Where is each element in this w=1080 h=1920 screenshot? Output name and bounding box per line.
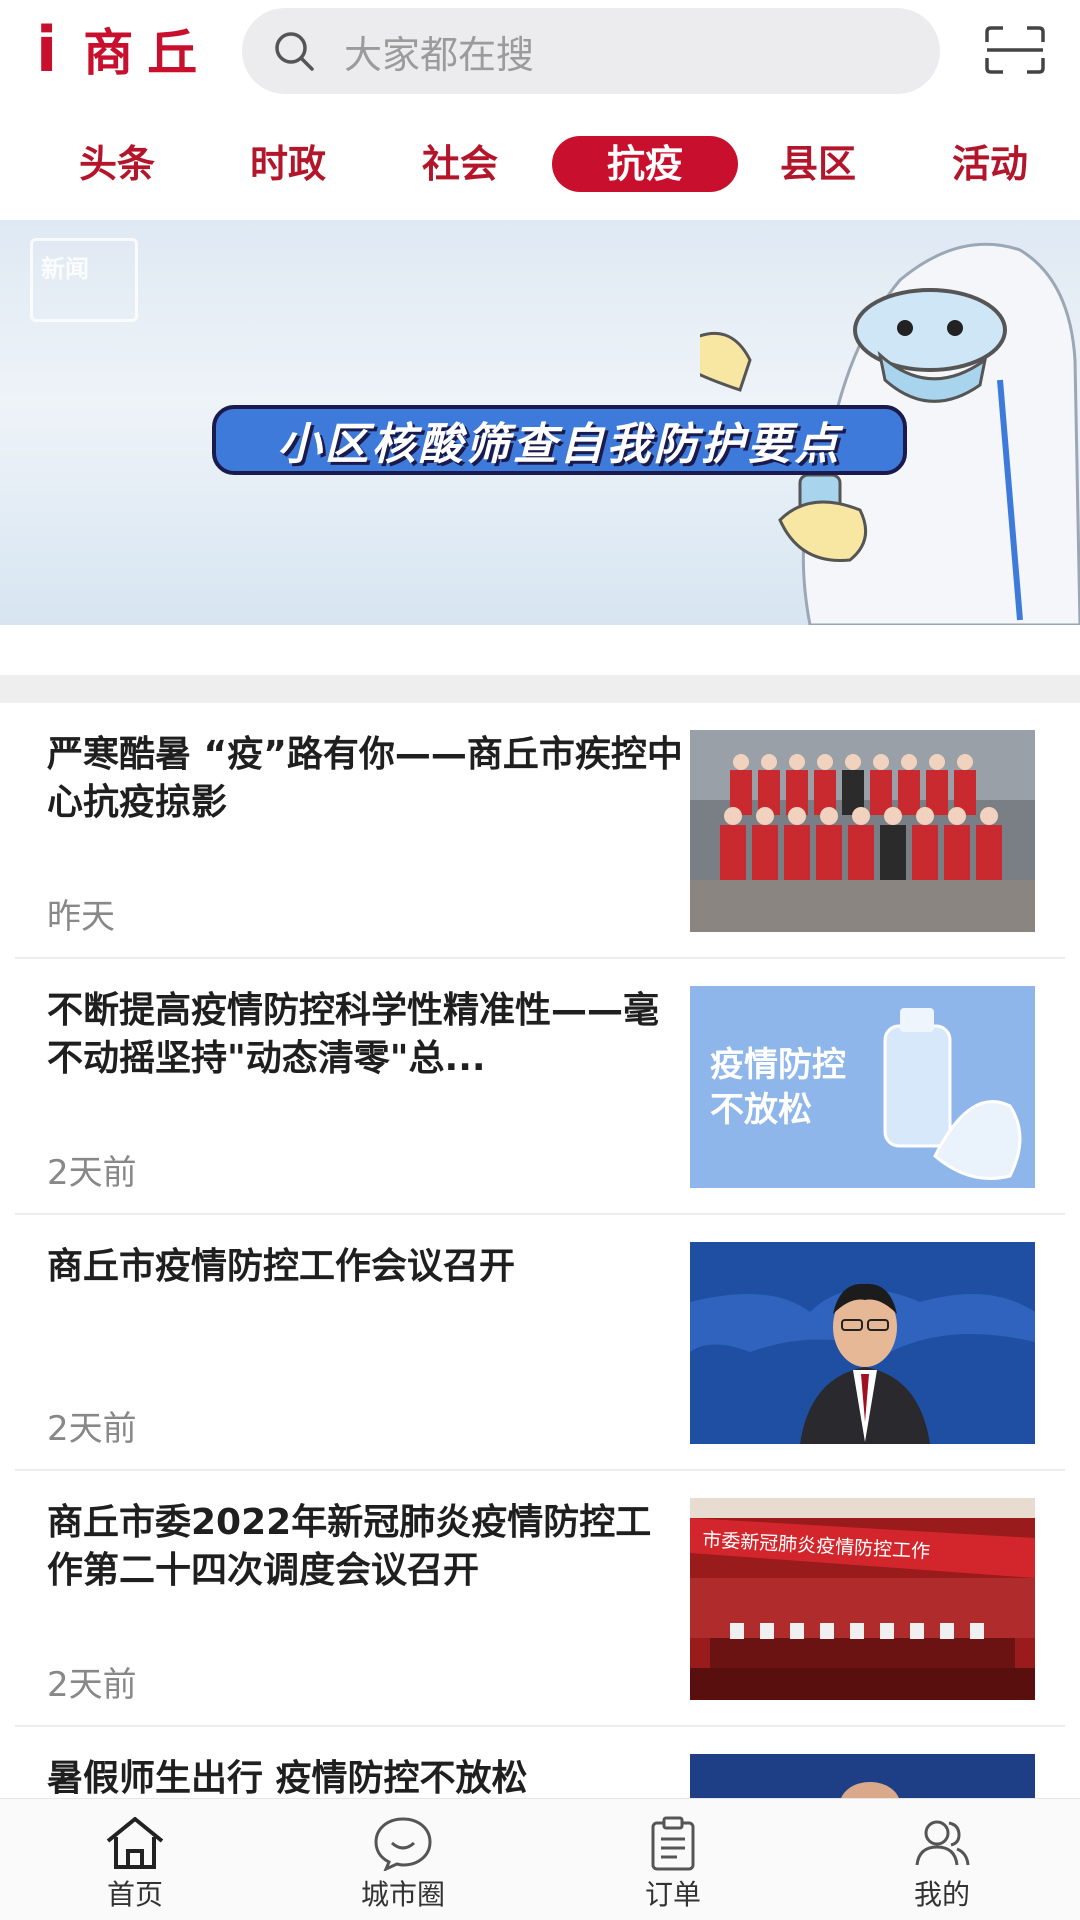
news-item[interactable]: 不断提高疫情防控科学性精准性——毫不动摇坚持"动态清零"总... 2天前 疫情防…: [15, 959, 1065, 1215]
news-thumbnail: [690, 1242, 1035, 1444]
nav-home[interactable]: 首页: [65, 1815, 205, 1913]
tab-anti-epidemic[interactable]: 抗疫: [552, 136, 738, 192]
news-title: 商丘市委2022年新冠肺炎疫情防控工作第二十四次调度会议召开: [47, 1502, 652, 1591]
nav-label: 订单: [644, 1878, 701, 1911]
news-thumbnail: [690, 1754, 1035, 1804]
news-time: 2天前: [47, 1153, 137, 1193]
news-time: 2天前: [47, 1665, 137, 1705]
news-title: 严寒酷暑 “疫”路有你——商丘市疾控中心抗疫掠影: [47, 734, 683, 823]
logo-text: 商丘: [83, 23, 212, 82]
tab-headlines[interactable]: 头条: [52, 136, 182, 192]
nav-orders[interactable]: 订单: [603, 1815, 743, 1913]
banner-caption: 小区核酸筛查自我防护要点: [277, 419, 842, 470]
news-time: 昨天: [47, 897, 115, 937]
news-thumbnail: [690, 730, 1035, 932]
news-title: 不断提高疫情防控科学性精准性——毫不动摇坚持"动态清零"总...: [47, 990, 660, 1079]
tab-politics[interactable]: 时政: [223, 136, 353, 192]
news-title: 商丘市疫情防控工作会议召开: [47, 1246, 516, 1287]
nav-mine[interactable]: 我的: [872, 1815, 1012, 1913]
bottom-nav: 首页 城市圈 订单 我的: [0, 1798, 1080, 1920]
search-icon: [275, 32, 314, 71]
tab-society[interactable]: 社会: [395, 136, 525, 192]
search-placeholder: 大家都在搜: [344, 32, 535, 77]
chat-bubble-icon: [374, 1817, 432, 1871]
thumbnail-caption-line2: 不放松: [710, 1090, 812, 1130]
search-bar[interactable]: 大家都在搜: [242, 8, 940, 94]
scan-icon[interactable]: [985, 26, 1045, 74]
news-thumbnail: 市委新冠肺炎疫情防控工作: [690, 1498, 1035, 1700]
section-divider: [0, 675, 1080, 703]
news-item[interactable]: 暑假师生出行 疫情防控不放松: [15, 1727, 1065, 1804]
news-item[interactable]: 商丘市委2022年新冠肺炎疫情防控工作第二十四次调度会议召开 2天前 市委新冠肺…: [15, 1471, 1065, 1727]
home-icon: [106, 1817, 164, 1869]
nav-label: 城市圈: [360, 1878, 445, 1911]
category-tabs: 头条 时政 社会 抗疫 县区 活动: [0, 128, 1080, 208]
banner[interactable]: 新闻 小区核酸筛查自我防护要点: [0, 220, 1080, 625]
tab-events[interactable]: 活动: [925, 136, 1055, 192]
news-title: 暑假师生出行 疫情防控不放松: [47, 1758, 528, 1799]
logo-i: i: [36, 12, 58, 86]
banner-watermark: 新闻: [30, 238, 138, 322]
banner-caption-pill: 小区核酸筛查自我防护要点: [212, 405, 907, 475]
news-time: 2天前: [47, 1409, 137, 1449]
news-list: 严寒酷暑 “疫”路有你——商丘市疾控中心抗疫掠影 昨天 不断提高疫情防控科学性精…: [15, 703, 1065, 1804]
nav-label: 我的: [913, 1878, 970, 1911]
nav-city-circle[interactable]: 城市圈: [333, 1815, 473, 1913]
news-item[interactable]: 严寒酷暑 “疫”路有你——商丘市疾控中心抗疫掠影 昨天: [15, 703, 1065, 959]
app-logo[interactable]: i 商丘: [36, 12, 212, 86]
clipboard-icon: [651, 1816, 695, 1871]
header: i 商丘 大家都在搜: [0, 0, 1080, 100]
news-item[interactable]: 商丘市疫情防控工作会议召开 2天前: [15, 1215, 1065, 1471]
tab-counties[interactable]: 县区: [753, 136, 883, 192]
users-icon: [915, 1820, 970, 1866]
news-thumbnail: 疫情防控 不放松: [690, 986, 1035, 1188]
nav-label: 首页: [106, 1878, 163, 1911]
thumbnail-caption: 疫情防控: [710, 1045, 846, 1085]
